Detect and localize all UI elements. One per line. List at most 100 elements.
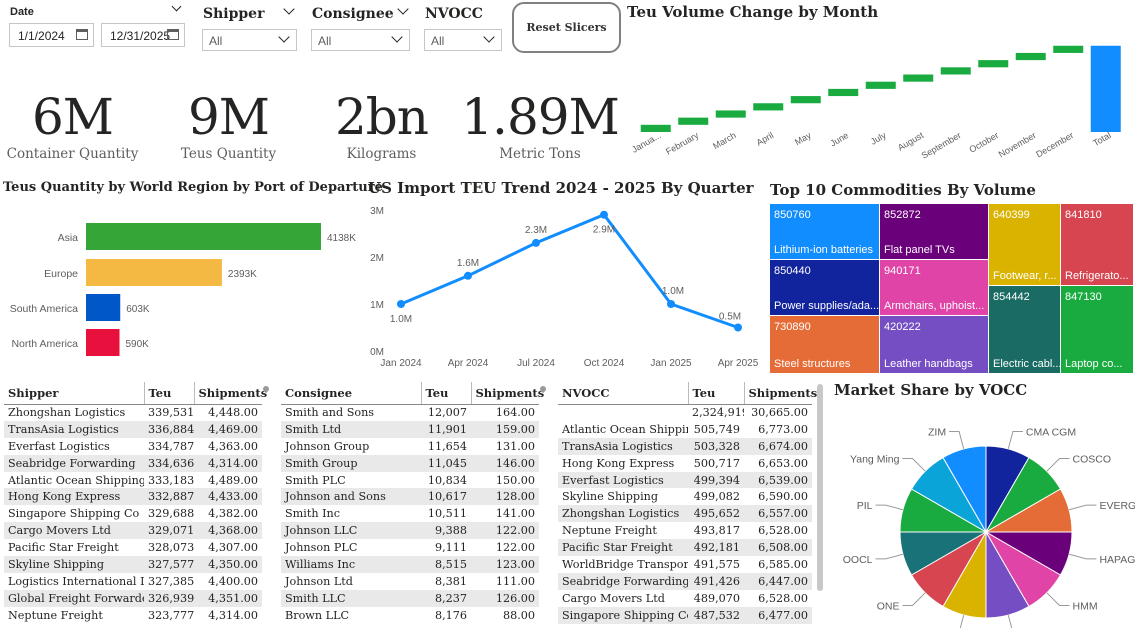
commodities-treemap[interactable]: 850760 Lithium-ion batteries 852872 Flat pa… — [770, 204, 1134, 374]
nvocc-table[interactable]: NVOCC Teu Shipments 2,324,919 30,665.00 At… — [558, 382, 817, 624]
table-row[interactable]: Pacific Star Freight 492,181 6,508.00 — [558, 539, 812, 557]
treemap-cell[interactable]: 640399 Footwear, r... — [989, 204, 1061, 286]
treemap-cell-code: 850440 — [774, 265, 811, 277]
chevron-down-icon — [483, 31, 495, 43]
table-row[interactable]: Seabridge Forwarding 334,636 4,314.00 — [4, 454, 262, 472]
table-cell: Atlantic Ocean Shipping — [562, 422, 688, 436]
waterfall-x-tick-label: Total — [1091, 130, 1112, 148]
table-row[interactable]: Johnson PLC 9,111 122.00 — [281, 539, 539, 556]
reset-slicers-button[interactable]: Reset Slicers — [512, 2, 621, 53]
table-row[interactable]: Smith LLC 8,237 126.00 — [281, 589, 539, 607]
table-row[interactable]: Seabridge Forwarding 491,426 6,447.00 — [558, 572, 812, 590]
col-header-shipments[interactable]: Shipments — [193, 382, 267, 405]
table-row[interactable]: Singapore Shipping Co 487,532 6,477.00 — [558, 606, 812, 624]
table-cell: WorldBridge Transport — [562, 557, 688, 571]
table-row[interactable]: Johnson and Sons 10,617 128.00 — [281, 488, 539, 506]
table-row[interactable]: TransAsia Logistics 336,884 4,469.00 — [4, 420, 262, 438]
table-row[interactable]: Brown LLC 8,176 88.00 — [281, 607, 539, 624]
table-row[interactable]: Cargo Movers Ltd 329,071 4,368.00 — [4, 522, 262, 540]
table-row[interactable]: Hong Kong Express 332,887 4,433.00 — [4, 488, 262, 506]
calendar-icon[interactable] — [167, 29, 179, 40]
treemap-cell[interactable]: 852872 Flat panel TVs — [880, 204, 989, 260]
kpi-label: Kilograms — [346, 146, 417, 162]
col-header-shipments[interactable]: Shipments — [743, 382, 817, 405]
table-row[interactable]: Smith Ltd 11,901 159.00 — [281, 420, 539, 438]
treemap-cell[interactable]: 847130 Laptop co... — [1061, 286, 1134, 374]
table-row[interactable]: Smith Inc 10,511 141.00 — [281, 505, 539, 522]
col-header-teu[interactable]: Teu — [687, 382, 744, 405]
col-header-consignee[interactable]: Consignee — [281, 382, 421, 405]
table-total-row[interactable]: 2,324,919 30,665.00 — [558, 404, 812, 421]
trend-data-label: 1.0M — [390, 314, 412, 325]
table-row[interactable]: Skyline Shipping 327,577 4,350.00 — [4, 556, 262, 573]
region-category-label: North America — [11, 338, 78, 350]
shipper-table-scrollbar[interactable] — [263, 386, 269, 392]
table-cell: 30,665.00 — [751, 406, 808, 420]
shipper-table[interactable]: Shipper Teu Shipments Zhongshan Logistic… — [4, 382, 267, 624]
table-row[interactable]: Everfast Logistics 499,394 6,539.00 — [558, 471, 812, 489]
consignee-slicer-chevron-icon[interactable] — [397, 3, 409, 15]
shipper-dropdown[interactable]: All — [202, 29, 297, 51]
table-cell: 4,307.00 — [208, 541, 258, 555]
table-row[interactable]: Johnson LLC 9,388 122.00 — [281, 522, 539, 540]
table-row[interactable]: Neptune Freight 493,817 6,528.00 — [558, 522, 812, 539]
table-row[interactable]: Cargo Movers Ltd 489,070 6,528.00 — [558, 590, 812, 607]
start-date-input[interactable]: 1/1/2024 — [9, 23, 94, 47]
regions-bar-chart[interactable]: Asia 4138K Europe 2393K South America 603K Nor… — [0, 200, 362, 370]
table-row[interactable]: Logistics International Ltd 327,385 4,400.… — [4, 573, 262, 590]
table-row[interactable]: Singapore Shipping Co 329,688 4,382.00 — [4, 505, 262, 522]
table-cell: 6,557.00 — [744, 505, 812, 523]
table-cell: Singapore Shipping Co — [8, 507, 140, 521]
col-header-shipments[interactable]: Shipments — [470, 382, 544, 405]
treemap-cell[interactable]: 854442 Electric cabl... — [989, 286, 1061, 374]
table-row[interactable]: Skyline Shipping 499,082 6,590.00 — [558, 488, 812, 505]
end-date-input[interactable]: 12/31/2025 — [101, 23, 185, 47]
trend-line-chart[interactable]: 0M 1M 2M 3M 1.0M Jan 2024 1.6M Apr 2024 2.3M Jul … — [362, 198, 767, 373]
table-row[interactable]: Smith and Sons 12,007 164.00 — [281, 404, 539, 421]
treemap-cell[interactable]: 420222 Leather handbags — [880, 316, 989, 374]
treemap-cell[interactable]: 850760 Lithium-ion batteries — [770, 204, 880, 260]
col-header-teu[interactable]: Teu — [420, 382, 471, 405]
table-row[interactable]: Johnson Ltd 8,381 111.00 — [281, 573, 539, 590]
market-share-chart-title: Market Share by VOCC — [834, 381, 1028, 399]
col-header-teu[interactable]: Teu — [143, 382, 194, 405]
table-row[interactable]: WorldBridge Transport 491,575 6,585.00 — [558, 556, 812, 573]
table-row[interactable]: Smith PLC 10,834 150.00 — [281, 472, 539, 489]
table-cell: 339,531 — [148, 406, 194, 420]
table-cell: Johnson Group — [285, 439, 370, 453]
table-row[interactable]: Pacific Star Freight 328,073 4,307.00 — [4, 539, 262, 556]
kpi-value: 6M — [31, 88, 114, 146]
pie-slice-label: ONE — [877, 601, 900, 613]
table-row[interactable]: Zhongshan Logistics 339,531 4,448.00 — [4, 404, 262, 421]
calendar-icon[interactable] — [76, 29, 88, 40]
consignee-dropdown[interactable]: All — [311, 29, 410, 51]
table-row[interactable]: TransAsia Logistics 503,328 6,674.00 — [558, 437, 812, 455]
table-row[interactable]: Atlantic Ocean Shipping 333,183 4,489.00 — [4, 472, 262, 489]
table-row[interactable]: Zhongshan Logistics 495,652 6,557.00 — [558, 505, 812, 523]
treemap-cell[interactable]: 730890 Steel structures — [770, 316, 880, 374]
table-cell: 159.00 — [471, 420, 539, 438]
waterfall-chart[interactable]: Janua... February March April May June July Aug… — [627, 22, 1132, 162]
table-row[interactable]: Johnson Group 11,654 131.00 — [281, 438, 539, 455]
table-row[interactable]: Global Freight Forwarders326,9394,351.00 — [4, 589, 262, 607]
col-header-nvocc[interactable]: NVOCC — [558, 382, 688, 405]
shipper-slicer-chevron-icon[interactable] — [283, 3, 295, 15]
table-row[interactable]: Atlantic Ocean Shipping 505,749 6,773.00 — [558, 421, 812, 438]
table-row[interactable]: Neptune Freight 323,777 4,314.00 — [4, 607, 262, 624]
table-row[interactable]: Williams Inc 8,515 123.00 — [281, 556, 539, 573]
table-row[interactable]: Smith Group 11,045 146.00 — [281, 454, 539, 472]
market-share-pie-chart[interactable]: CMA CGM COSCO EVERGR... HAPAG-... HMM MAERSK M… — [830, 400, 1135, 628]
table-row[interactable]: Hong Kong Express 500,717 6,653.00 — [558, 455, 812, 472]
nvocc-table-scrollbar[interactable] — [817, 384, 823, 591]
consignee-table[interactable]: Consignee Teu Shipments Smith and Sons 12… — [281, 382, 544, 624]
nvocc-dropdown[interactable]: All — [424, 29, 502, 51]
treemap-cell[interactable]: 841810 Refrigerato... — [1061, 204, 1134, 286]
consignee-table-scrollbar[interactable] — [540, 386, 546, 392]
region-data-label: 2393K — [228, 269, 257, 280]
table-row[interactable]: Everfast Logistics 334,787 4,363.00 — [4, 438, 262, 455]
treemap-cell[interactable]: 850440 Power supplies/ada... — [770, 260, 880, 316]
treemap-cell[interactable]: 940171 Armchairs, uphoist... — [880, 260, 989, 316]
col-header-shipper[interactable]: Shipper — [4, 382, 144, 405]
waterfall-bar — [715, 110, 746, 118]
date-slicer-chevron-icon[interactable] — [171, 1, 182, 12]
